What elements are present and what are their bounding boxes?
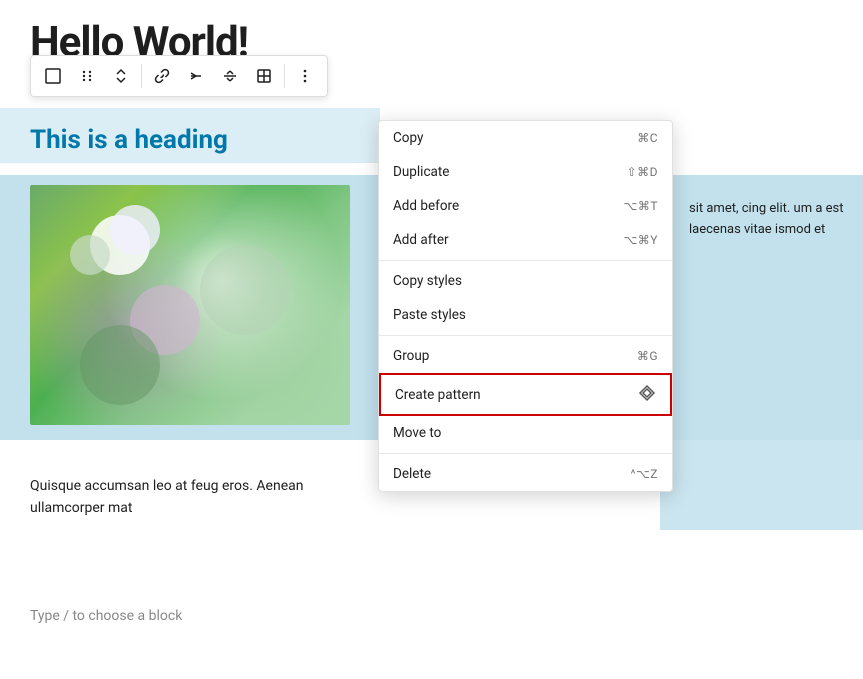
block-placeholder: Type / to choose a block: [30, 608, 182, 624]
align-icon[interactable]: [214, 60, 246, 92]
add-before-shortcut: ⌥⌘T: [624, 199, 659, 213]
menu-separator-3: [379, 453, 672, 454]
delete-shortcut: ^⌥Z: [630, 467, 658, 481]
blue-section-bottom: [660, 440, 863, 530]
menu-item-duplicate[interactable]: Duplicate ⇧⌘D: [379, 155, 672, 189]
duplicate-shortcut: ⇧⌘D: [627, 165, 658, 179]
menu-item-move-to[interactable]: Move to: [379, 416, 672, 450]
menu-item-add-before[interactable]: Add before ⌥⌘T: [379, 189, 672, 223]
add-after-label: Add after: [393, 232, 449, 248]
move-up-down-icon[interactable]: [105, 60, 137, 92]
copy-label: Copy: [393, 130, 423, 146]
menu-item-create-pattern[interactable]: Create pattern: [379, 373, 672, 416]
block-toolbar: [30, 55, 328, 97]
menu-separator-2: [379, 335, 672, 336]
flower-image: [30, 185, 350, 425]
group-shortcut: ⌘G: [637, 349, 658, 363]
bottom-paragraph: Quisque accumsan leo at feug eros. Aenea…: [30, 475, 380, 520]
create-pattern-label: Create pattern: [395, 387, 481, 403]
heading-text: This is a heading: [30, 125, 228, 155]
body-text: sit amet, cing elit. um a est laecenas v…: [673, 190, 863, 249]
toolbar-divider-2: [284, 64, 285, 88]
section-heading: This is a heading: [0, 110, 370, 167]
paste-styles-label: Paste styles: [393, 307, 466, 323]
move-to-label: Move to: [393, 425, 441, 441]
create-pattern-shortcut: [638, 384, 656, 405]
duplicate-label: Duplicate: [393, 164, 449, 180]
delete-label: Delete: [393, 466, 431, 482]
bottom-text-content: Quisque accumsan leo at feug eros. Aenea…: [30, 478, 303, 516]
add-after-shortcut: ⌥⌘Y: [623, 233, 658, 247]
body-text-content: sit amet, cing elit. um a est laecenas v…: [689, 201, 843, 237]
menu-separator-1: [379, 260, 672, 261]
toolbar-divider-1: [141, 64, 142, 88]
table-icon[interactable]: [248, 60, 280, 92]
copy-shortcut: ⌘C: [637, 131, 658, 145]
menu-item-add-after[interactable]: Add after ⌥⌘Y: [379, 223, 672, 257]
menu-item-copy[interactable]: Copy ⌘C: [379, 121, 672, 155]
menu-item-paste-styles[interactable]: Paste styles: [379, 298, 672, 332]
select-icon[interactable]: [37, 60, 69, 92]
context-menu: Copy ⌘C Duplicate ⇧⌘D Add before ⌥⌘T Add…: [378, 120, 673, 492]
link-icon[interactable]: [146, 60, 178, 92]
copy-styles-label: Copy styles: [393, 273, 462, 289]
add-before-label: Add before: [393, 198, 459, 214]
menu-item-group[interactable]: Group ⌘G: [379, 339, 672, 373]
more-options-icon[interactable]: [289, 60, 321, 92]
drag-icon[interactable]: [71, 60, 103, 92]
menu-item-delete[interactable]: Delete ^⌥Z: [379, 457, 672, 491]
transform-icon[interactable]: [180, 60, 212, 92]
menu-item-copy-styles[interactable]: Copy styles: [379, 264, 672, 298]
group-label: Group: [393, 348, 429, 364]
